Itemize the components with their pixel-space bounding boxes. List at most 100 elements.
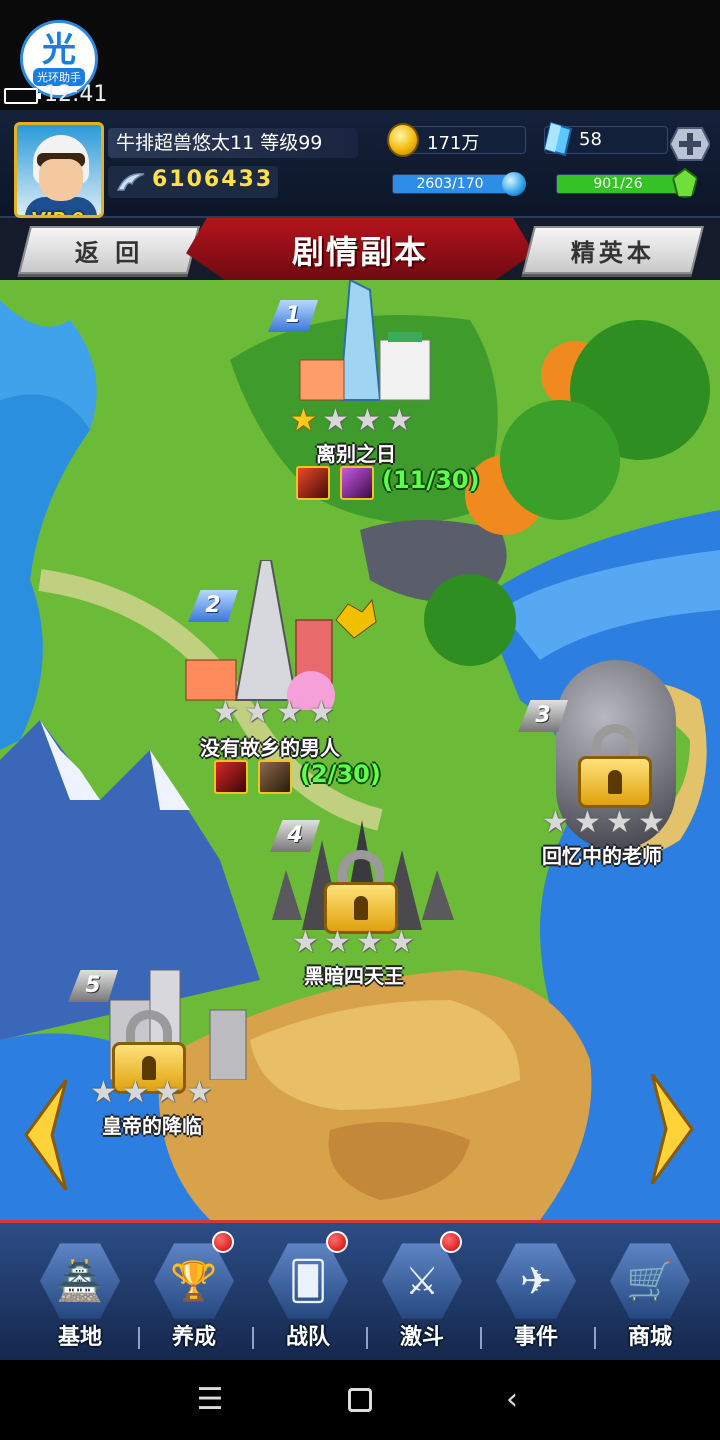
back-button-label: 返 回: [74, 238, 144, 267]
stage-5[interactable]: 5 ★ ★ ★ ★ 皇帝的降临: [60, 960, 260, 1160]
combat-power-value: 6106433: [152, 167, 274, 192]
stage-1-drop-monster-icon: [296, 466, 330, 500]
vip-badge: VIP 0: [31, 209, 84, 215]
add-currency-button[interactable]: [670, 126, 710, 162]
star-empty-icon: ★: [638, 805, 665, 840]
stage-2-drop-ultraman-icon: [214, 760, 248, 794]
next-page-arrow-icon[interactable]: [648, 1074, 696, 1184]
stage-1-name: 离别之日: [316, 442, 396, 466]
nav-team[interactable]: 🂠 战队: [258, 1231, 358, 1359]
stage-4-name: 黑暗四天王: [304, 964, 404, 988]
energy-bar: 2603/170: [392, 174, 508, 194]
star-empty-icon: ★: [574, 805, 601, 840]
elite-mode-label: 精英本: [571, 238, 655, 267]
coin-counter: 171万: [387, 123, 526, 157]
star-empty-icon: ★: [322, 403, 349, 438]
crystal-icon: [543, 121, 573, 157]
star-empty-icon: ★: [542, 805, 569, 840]
stage-2[interactable]: 2 ★ ★ ★ ★ 没有故乡的男人 (2/30): [176, 560, 406, 800]
helper-app-glyph: 光: [42, 30, 76, 70]
leaf-gem-icon: [672, 168, 698, 198]
stage-2-tower-icon: [185, 560, 377, 710]
bottom-navigation: 🏯 基地 🏆 养成 🂠 战队 ⚔ 激斗 ✈ 事件 🛒 商城: [0, 1220, 720, 1360]
star-empty-icon: ★: [244, 695, 271, 730]
star-empty-icon: ★: [122, 1075, 149, 1110]
nav-divider: [480, 1327, 482, 1349]
stage-4-stars: ★ ★ ★ ★: [292, 928, 418, 958]
player-avatar[interactable]: VIP 0: [14, 122, 104, 218]
battery-icon: [4, 88, 41, 104]
star-filled-icon: ★: [290, 403, 317, 438]
stage-4[interactable]: 4 ★ ★ ★ ★ 黑暗四天王: [262, 810, 462, 1010]
star-empty-icon: ★: [354, 403, 381, 438]
stage-3[interactable]: 3 ★ ★ ★ ★ 回忆中的老师: [516, 660, 716, 890]
fang-icon: [116, 173, 145, 191]
page-title: 剧情副本: [291, 233, 428, 271]
notification-dot: [326, 1231, 348, 1253]
status-bar: 光 光环助手 12:41: [0, 0, 720, 110]
stage-2-stars: ★ ★ ★ ★: [212, 698, 338, 728]
star-empty-icon: ★: [388, 925, 415, 960]
nav-divider: [138, 1327, 140, 1349]
stage-5-stars: ★ ★ ★ ★: [90, 1078, 216, 1108]
nav-training-label: 养成: [171, 1325, 216, 1350]
stage-1-progress: (11/30): [382, 466, 480, 494]
player-name-level: 牛排超兽悠太11 等级99: [108, 128, 358, 158]
nav-base-label: 基地: [57, 1325, 102, 1350]
back-button[interactable]: 返 回: [18, 226, 200, 274]
stage-1-drop-kaiju-icon: [340, 466, 374, 500]
star-empty-icon: ★: [356, 925, 383, 960]
stamina-value: 901/26: [593, 176, 643, 192]
nav-shop-label: 商城: [627, 1325, 672, 1350]
nav-divider: [252, 1327, 254, 1349]
base-icon: 🏯: [40, 1243, 120, 1319]
nav-base[interactable]: 🏯 基地: [30, 1241, 130, 1359]
star-empty-icon: ★: [386, 403, 413, 438]
story-map: 1 ★ ★ ★ ★ 离别之日 (11/30) 2 ★ ★ ★ ★ 没有故乡的男人 (2/30…: [0, 280, 720, 1220]
star-empty-icon: ★: [90, 1075, 117, 1110]
energy-value: 2603/170: [416, 176, 484, 192]
cards-icon: 🂠: [268, 1243, 348, 1319]
nav-training[interactable]: 🏆 养成: [144, 1231, 244, 1359]
nav-shop[interactable]: 🛒 商城: [600, 1241, 700, 1359]
stage-3-name: 回忆中的老师: [542, 844, 662, 868]
combat-power: 6106433: [108, 166, 278, 198]
nav-battle[interactable]: ⚔ 激斗: [372, 1231, 472, 1359]
elite-mode-button[interactable]: 精英本: [522, 226, 704, 274]
star-empty-icon: ★: [606, 805, 633, 840]
coin-value: 171万: [427, 133, 480, 154]
nav-divider: [366, 1327, 368, 1349]
menu-icon[interactable]: ☰: [186, 1376, 234, 1424]
stage-5-name: 皇帝的降临: [102, 1114, 202, 1138]
star-empty-icon: ★: [292, 925, 319, 960]
page-title-banner: 剧情副本: [186, 218, 534, 282]
coin-icon: [387, 123, 419, 157]
home-icon[interactable]: [336, 1376, 384, 1424]
system-navigation-bar: ☰ ‹: [0, 1360, 720, 1440]
nav-events[interactable]: ✈ 事件: [486, 1241, 586, 1359]
stage-3-stars: ★ ★ ★ ★: [542, 808, 668, 838]
prev-page-arrow-icon[interactable]: [22, 1080, 70, 1190]
star-empty-icon: ★: [186, 1075, 213, 1110]
nav-battle-label: 激斗: [399, 1325, 444, 1350]
notification-dot: [440, 1231, 462, 1253]
nav-events-label: 事件: [513, 1325, 558, 1350]
star-empty-icon: ★: [308, 695, 335, 730]
warrior-icon: ⚔: [382, 1243, 462, 1319]
stage-1[interactable]: 1 ★ ★ ★ ★ 离别之日 (11/30): [260, 280, 480, 520]
star-empty-icon: ★: [324, 925, 351, 960]
trophy-icon: 🏆: [154, 1243, 234, 1319]
avatar-face: [39, 159, 83, 201]
title-strip: 返 回 剧情副本 精英本: [0, 218, 720, 282]
status-time: 12:41: [44, 82, 108, 107]
star-empty-icon: ★: [276, 695, 303, 730]
stage-2-progress: (2/30): [300, 760, 381, 788]
stage-4-lock-icon: [324, 850, 398, 934]
energy-orb-icon: [502, 172, 526, 196]
notification-dot: [212, 1231, 234, 1253]
back-icon[interactable]: ‹: [488, 1376, 536, 1424]
nav-divider: [594, 1327, 596, 1349]
stage-2-name: 没有故乡的男人: [200, 736, 340, 760]
stamina-bar: 901/26: [556, 174, 680, 194]
gem-value: 58: [579, 129, 602, 150]
